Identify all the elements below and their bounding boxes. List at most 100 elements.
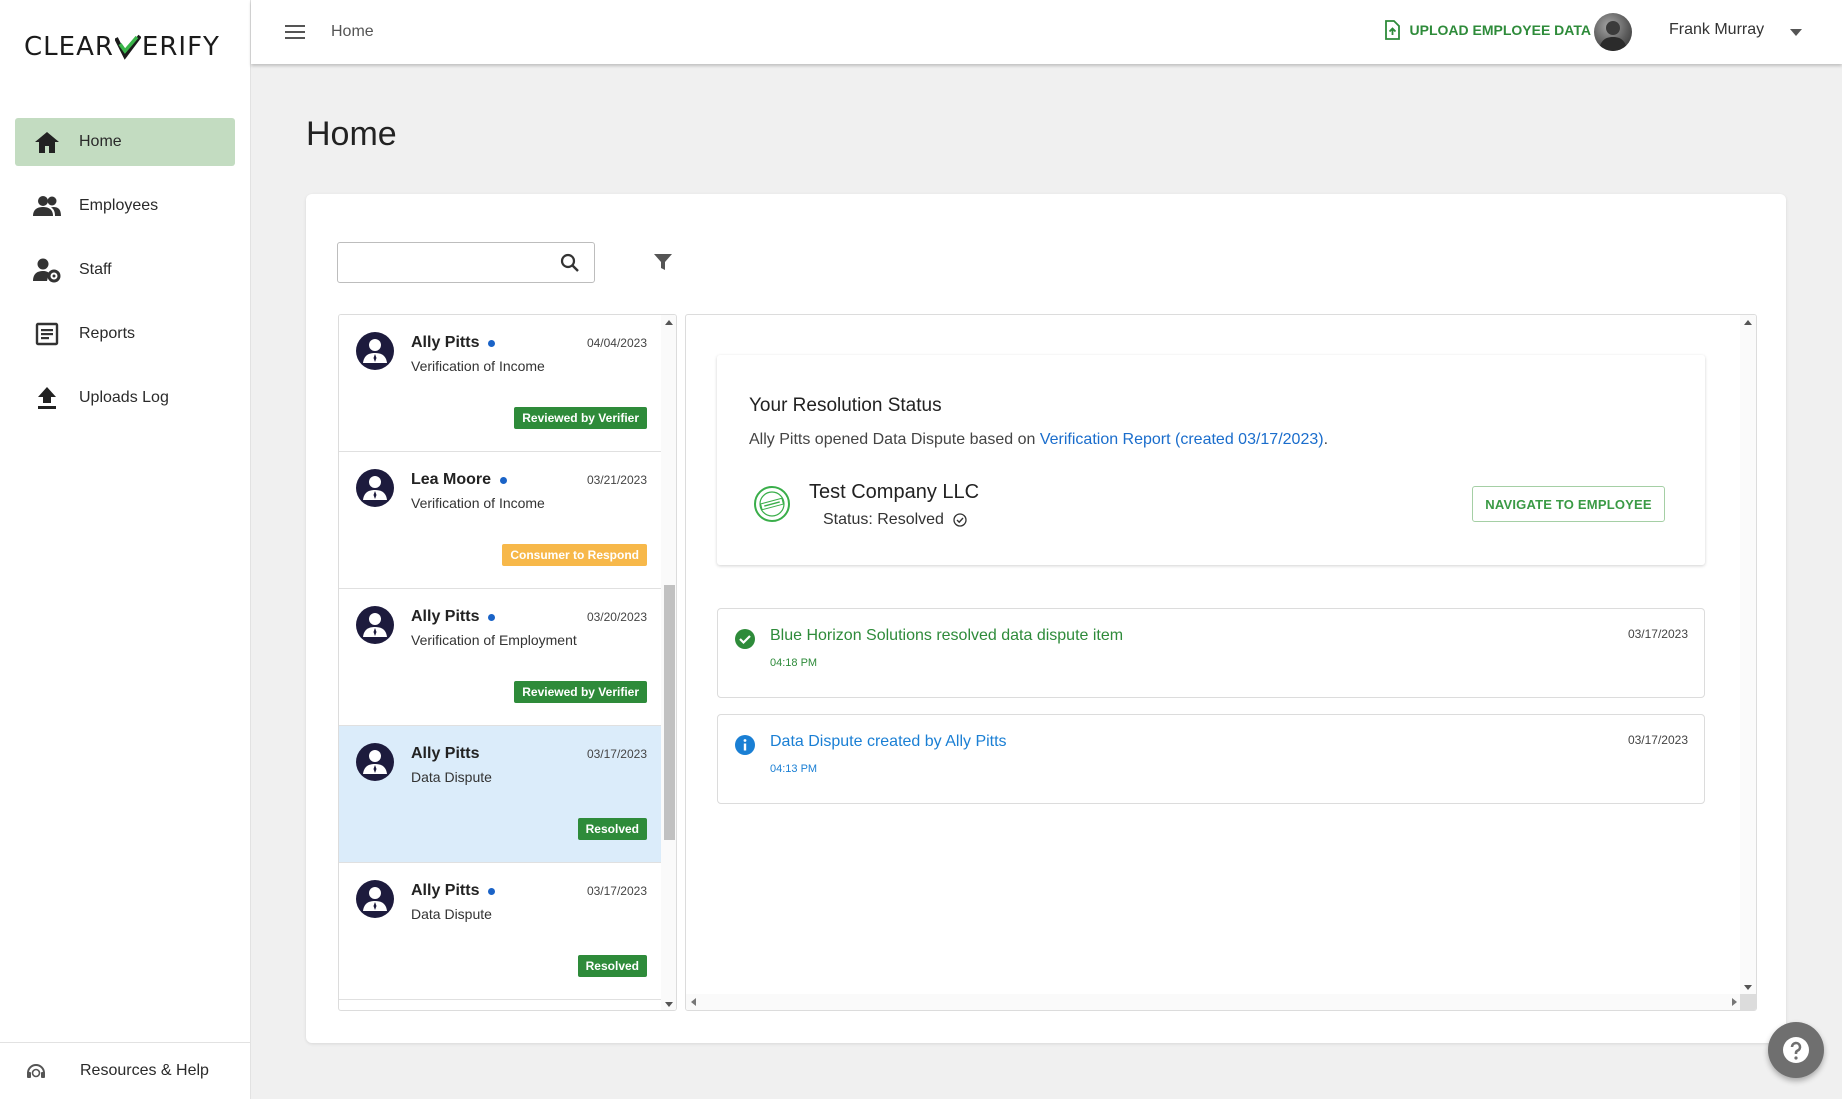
- list-item-type: Verification of Income: [411, 495, 545, 511]
- list-item-date: 03/17/2023: [586, 747, 647, 761]
- search-icon[interactable]: [560, 253, 580, 273]
- sidebar-item-uploads-log[interactable]: Uploads Log: [15, 374, 235, 422]
- list-item-date: 03/21/2023: [586, 473, 647, 487]
- chevron-down-icon[interactable]: [1786, 24, 1806, 40]
- event-title: Data Dispute created by Ally Pitts: [770, 733, 1007, 750]
- scroll-right-arrow[interactable]: [1732, 998, 1737, 1006]
- check-circle-outline-icon: [953, 513, 967, 527]
- list-item-name: Lea Moore: [411, 471, 508, 489]
- scroll-up-arrow[interactable]: [1744, 320, 1752, 325]
- list-scrollbar[interactable]: [661, 315, 676, 1010]
- person-avatar-icon: [356, 743, 394, 781]
- home-icon: [33, 128, 61, 156]
- list-item-name-text: Lea Moore: [411, 471, 492, 488]
- resolution-description: Ally Pitts opened Data Dispute based on …: [749, 431, 1328, 449]
- upload-icon: [33, 384, 61, 412]
- people-icon: [33, 192, 61, 220]
- user-name[interactable]: Frank Murray: [1669, 21, 1764, 39]
- help-icon: [1783, 1037, 1809, 1063]
- list-item-type: Verification of Income: [411, 358, 545, 374]
- resolution-status: Status: Resolved: [823, 511, 967, 529]
- user-avatar[interactable]: [1594, 13, 1632, 51]
- resources-help-label: Resources & Help: [80, 1062, 209, 1079]
- verification-report-link[interactable]: Verification Report (created 03/17/2023): [1040, 431, 1324, 448]
- event-title: Blue Horizon Solutions resolved data dis…: [770, 627, 1124, 644]
- scroll-left-arrow[interactable]: [691, 998, 696, 1006]
- sidebar-item-label: Home: [79, 133, 122, 150]
- unread-dot-icon: [488, 613, 496, 621]
- list-item[interactable]: Ally Pitts Data Dispute 03/17/2023 Resolved: [339, 863, 661, 1000]
- list-item-name: Ally Pitts: [411, 608, 496, 626]
- page-title: Home: [306, 115, 397, 153]
- staff-gear-icon: [33, 256, 61, 284]
- sidebar-item-employees[interactable]: Employees: [15, 182, 235, 230]
- activity-list: Ally Pitts Verification of Income 04/04/20…: [338, 314, 677, 1011]
- list-item-name-text: Ally Pitts: [411, 882, 480, 899]
- list-item-name-text: Ally Pitts: [411, 608, 480, 625]
- support-agent-icon: [24, 1059, 48, 1083]
- scroll-up-arrow[interactable]: [665, 320, 673, 325]
- resources-help-link[interactable]: Resources & Help: [0, 1042, 251, 1099]
- unread-dot-icon: [488, 887, 496, 895]
- logo-text-left: CLEAR: [24, 32, 114, 62]
- person-avatar-icon: [356, 880, 394, 918]
- unread-dot-icon: [500, 476, 508, 484]
- detail-horizontal-scrollbar[interactable]: [686, 994, 1742, 1010]
- status-badge: Consumer to Respond: [502, 544, 647, 566]
- upload-employee-data-button[interactable]: UPLOAD EMPLOYEE DATA: [1382, 20, 1592, 40]
- report-icon: [33, 320, 61, 348]
- scrollbar-corner: [1740, 994, 1756, 1010]
- clearverify-logo[interactable]: CLEAR ERIFY: [24, 30, 220, 64]
- sidebar-item-label: Uploads Log: [79, 389, 169, 406]
- status-badge: Reviewed by Verifier: [514, 681, 647, 703]
- detail-panel: Your Resolution Status Ally Pitts opened…: [685, 314, 1757, 1011]
- navigate-to-employee-button[interactable]: NAVIGATE TO EMPLOYEE: [1472, 486, 1665, 522]
- status-text: Status: Resolved: [823, 511, 944, 528]
- upload-label: UPLOAD EMPLOYEE DATA: [1409, 22, 1592, 38]
- event-time: 04:13 PM: [770, 763, 818, 775]
- event-date: 03/17/2023: [1627, 733, 1688, 747]
- filter-icon[interactable]: [653, 252, 673, 272]
- help-button[interactable]: [1768, 1022, 1824, 1078]
- sidebar-item-reports[interactable]: Reports: [15, 310, 235, 358]
- file-upload-icon: [1384, 20, 1400, 40]
- list-item-type: Verification of Employment: [411, 632, 577, 648]
- company-name: Test Company LLC: [809, 481, 980, 503]
- list-item-type: Data Dispute: [411, 906, 492, 922]
- list-item-name-text: Ally Pitts: [411, 745, 480, 762]
- list-scrollbar-thumb[interactable]: [664, 585, 675, 840]
- sidebar: CLEAR ERIFY Home Employees Staff Reports…: [0, 0, 251, 1099]
- hamburger-menu-icon[interactable]: [283, 20, 307, 44]
- status-badge: Reviewed by Verifier: [514, 407, 647, 429]
- search-input[interactable]: [348, 243, 548, 281]
- sidebar-item-label: Staff: [79, 261, 112, 278]
- detail-vertical-scrollbar[interactable]: [1740, 315, 1756, 995]
- check-circle-icon: [735, 629, 755, 649]
- scroll-down-arrow[interactable]: [665, 1002, 673, 1007]
- sidebar-nav: Home Employees Staff Reports Uploads Log: [15, 118, 235, 438]
- list-item[interactable]: Lea Moore Verification of Income 03/21/202…: [339, 452, 661, 589]
- list-item-name-text: Ally Pitts: [411, 334, 480, 351]
- logo-text-right: ERIFY: [141, 32, 220, 62]
- list-item-name: Ally Pitts: [411, 882, 496, 900]
- status-badge: Resolved: [577, 818, 647, 840]
- unread-dot-icon: [488, 339, 496, 347]
- sidebar-item-label: Employees: [79, 197, 159, 214]
- sidebar-item-home[interactable]: Home: [15, 118, 235, 166]
- list-item[interactable]: Ally Pitts Verification of Employment 03/2…: [339, 589, 661, 726]
- list-item[interactable]: Ally Pitts Data Dispute 03/17/2023 Resolved: [339, 726, 661, 863]
- breadcrumb: Home: [331, 23, 374, 40]
- top-app-bar: Home UPLOAD EMPLOYEE DATA: [251, 0, 1842, 64]
- resolution-status-title: Your Resolution Status: [749, 395, 942, 416]
- company-testing-seal-icon: [754, 486, 790, 522]
- list-item[interactable]: Ally Pitts Verification of Income 04/04/20…: [339, 315, 661, 452]
- main-card: Ally Pitts Verification of Income 04/04/20…: [306, 194, 1786, 1043]
- sidebar-item-label: Reports: [79, 325, 136, 342]
- list-item-type: Data Dispute: [411, 769, 492, 785]
- person-avatar-icon: [356, 606, 394, 644]
- timeline-event: Blue Horizon Solutions resolved data dis…: [717, 608, 1705, 698]
- logo-check-icon: [114, 34, 141, 60]
- scroll-down-arrow[interactable]: [1744, 985, 1752, 990]
- sidebar-item-staff[interactable]: Staff: [15, 246, 235, 294]
- list-item-date: 04/04/2023: [586, 336, 647, 350]
